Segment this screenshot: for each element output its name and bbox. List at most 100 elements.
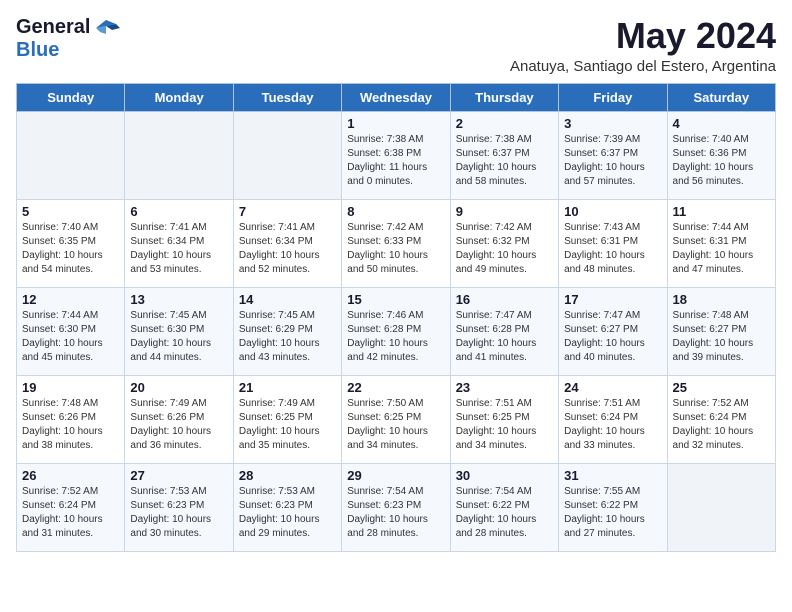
day-header-wednesday: Wednesday — [342, 83, 450, 111]
day-number: 28 — [239, 468, 336, 483]
day-number: 4 — [673, 116, 770, 131]
day-info: Sunrise: 7:42 AM Sunset: 6:32 PM Dayligh… — [456, 221, 553, 277]
calendar-cell: 26 Sunrise: 7:52 AM Sunset: 6:24 PM Dayli… — [17, 463, 125, 551]
day-info: Sunrise: 7:48 AM Sunset: 6:26 PM Dayligh… — [22, 397, 119, 453]
day-info: Sunrise: 7:44 AM Sunset: 6:30 PM Dayligh… — [22, 309, 119, 365]
calendar-header-row: SundayMondayTuesdayWednesdayThursdayFrid… — [17, 83, 776, 111]
calendar-cell: 11 Sunrise: 7:44 AM Sunset: 6:31 PM Dayli… — [667, 199, 775, 287]
calendar-cell — [667, 463, 775, 551]
day-info: Sunrise: 7:44 AM Sunset: 6:31 PM Dayligh… — [673, 221, 770, 277]
location-subtitle: Anatuya, Santiago del Estero, Argentina — [510, 58, 776, 75]
calendar-body: 1Sunrise: 7:38 AM Sunset: 6:38 PM Daylig… — [17, 111, 776, 551]
day-number: 17 — [564, 292, 661, 307]
calendar-cell: 17 Sunrise: 7:47 AM Sunset: 6:27 PM Dayli… — [559, 287, 667, 375]
calendar-week-row: 12 Sunrise: 7:44 AM Sunset: 6:30 PM Dayli… — [17, 287, 776, 375]
day-number: 31 — [564, 468, 661, 483]
calendar-cell: 19 Sunrise: 7:48 AM Sunset: 6:26 PM Dayli… — [17, 375, 125, 463]
logo-general: General — [16, 16, 90, 39]
calendar-cell: 1Sunrise: 7:38 AM Sunset: 6:38 PM Daylig… — [342, 111, 450, 199]
day-info: Sunrise: 7:50 AM Sunset: 6:25 PM Dayligh… — [347, 397, 444, 453]
calendar-cell: 13Sunrise: 7:45 AM Sunset: 6:30 PM Dayli… — [125, 287, 233, 375]
calendar-cell: 15 Sunrise: 7:46 AM Sunset: 6:28 PM Dayli… — [342, 287, 450, 375]
calendar-cell: 31Sunrise: 7:55 AM Sunset: 6:22 PM Dayli… — [559, 463, 667, 551]
calendar-cell — [17, 111, 125, 199]
day-info: Sunrise: 7:39 AM Sunset: 6:37 PM Dayligh… — [564, 133, 661, 189]
day-info: Sunrise: 7:52 AM Sunset: 6:24 PM Dayligh… — [22, 485, 119, 541]
day-number: 20 — [130, 380, 227, 395]
logo-bird-icon — [92, 18, 120, 38]
day-number: 29 — [347, 468, 444, 483]
calendar-cell: 3 Sunrise: 7:39 AM Sunset: 6:37 PM Daylig… — [559, 111, 667, 199]
calendar-cell: 2 Sunrise: 7:38 AM Sunset: 6:37 PM Daylig… — [450, 111, 558, 199]
day-header-sunday: Sunday — [17, 83, 125, 111]
day-info: Sunrise: 7:41 AM Sunset: 6:34 PM Dayligh… — [239, 221, 336, 277]
day-number: 18 — [673, 292, 770, 307]
calendar-cell: 6 Sunrise: 7:41 AM Sunset: 6:34 PM Daylig… — [125, 199, 233, 287]
calendar-week-row: 1Sunrise: 7:38 AM Sunset: 6:38 PM Daylig… — [17, 111, 776, 199]
day-number: 9 — [456, 204, 553, 219]
day-number: 22 — [347, 380, 444, 395]
calendar-cell: 5 Sunrise: 7:40 AM Sunset: 6:35 PM Daylig… — [17, 199, 125, 287]
day-number: 7 — [239, 204, 336, 219]
day-header-thursday: Thursday — [450, 83, 558, 111]
day-header-monday: Monday — [125, 83, 233, 111]
day-number: 11 — [673, 204, 770, 219]
day-number: 10 — [564, 204, 661, 219]
day-info: Sunrise: 7:41 AM Sunset: 6:34 PM Dayligh… — [130, 221, 227, 277]
calendar-cell: 29 Sunrise: 7:54 AM Sunset: 6:23 PM Dayli… — [342, 463, 450, 551]
calendar-week-row: 19 Sunrise: 7:48 AM Sunset: 6:26 PM Dayli… — [17, 375, 776, 463]
day-info: Sunrise: 7:43 AM Sunset: 6:31 PM Dayligh… — [564, 221, 661, 277]
calendar-cell — [233, 111, 341, 199]
calendar-cell: 18 Sunrise: 7:48 AM Sunset: 6:27 PM Dayli… — [667, 287, 775, 375]
calendar-cell: 30 Sunrise: 7:54 AM Sunset: 6:22 PM Dayli… — [450, 463, 558, 551]
day-number: 24 — [564, 380, 661, 395]
day-info: Sunrise: 7:52 AM Sunset: 6:24 PM Dayligh… — [673, 397, 770, 453]
day-number: 6 — [130, 204, 227, 219]
calendar-cell: 27Sunrise: 7:53 AM Sunset: 6:23 PM Dayli… — [125, 463, 233, 551]
calendar-cell: 9 Sunrise: 7:42 AM Sunset: 6:32 PM Daylig… — [450, 199, 558, 287]
day-info: Sunrise: 7:42 AM Sunset: 6:33 PM Dayligh… — [347, 221, 444, 277]
day-info: Sunrise: 7:54 AM Sunset: 6:23 PM Dayligh… — [347, 485, 444, 541]
day-number: 15 — [347, 292, 444, 307]
day-number: 21 — [239, 380, 336, 395]
day-info: Sunrise: 7:45 AM Sunset: 6:29 PM Dayligh… — [239, 309, 336, 365]
calendar-cell: 28Sunrise: 7:53 AM Sunset: 6:23 PM Dayli… — [233, 463, 341, 551]
day-info: Sunrise: 7:48 AM Sunset: 6:27 PM Dayligh… — [673, 309, 770, 365]
calendar-cell: 25Sunrise: 7:52 AM Sunset: 6:24 PM Dayli… — [667, 375, 775, 463]
day-header-friday: Friday — [559, 83, 667, 111]
day-info: Sunrise: 7:38 AM Sunset: 6:37 PM Dayligh… — [456, 133, 553, 189]
calendar-cell: 24 Sunrise: 7:51 AM Sunset: 6:24 PM Dayli… — [559, 375, 667, 463]
calendar-cell — [125, 111, 233, 199]
day-number: 3 — [564, 116, 661, 131]
day-info: Sunrise: 7:47 AM Sunset: 6:27 PM Dayligh… — [564, 309, 661, 365]
calendar-cell: 8 Sunrise: 7:42 AM Sunset: 6:33 PM Daylig… — [342, 199, 450, 287]
month-title: May 2024 — [510, 16, 776, 56]
day-number: 30 — [456, 468, 553, 483]
day-number: 2 — [456, 116, 553, 131]
day-info: Sunrise: 7:51 AM Sunset: 6:24 PM Dayligh… — [564, 397, 661, 453]
day-number: 26 — [22, 468, 119, 483]
calendar-cell: 10 Sunrise: 7:43 AM Sunset: 6:31 PM Dayli… — [559, 199, 667, 287]
day-info: Sunrise: 7:46 AM Sunset: 6:28 PM Dayligh… — [347, 309, 444, 365]
calendar-cell: 16 Sunrise: 7:47 AM Sunset: 6:28 PM Dayli… — [450, 287, 558, 375]
day-number: 16 — [456, 292, 553, 307]
calendar-week-row: 26 Sunrise: 7:52 AM Sunset: 6:24 PM Dayli… — [17, 463, 776, 551]
day-info: Sunrise: 7:47 AM Sunset: 6:28 PM Dayligh… — [456, 309, 553, 365]
day-info: Sunrise: 7:54 AM Sunset: 6:22 PM Dayligh… — [456, 485, 553, 541]
logo: General Blue — [16, 16, 120, 62]
day-header-saturday: Saturday — [667, 83, 775, 111]
day-number: 5 — [22, 204, 119, 219]
day-number: 12 — [22, 292, 119, 307]
title-section: May 2024 Anatuya, Santiago del Estero, A… — [510, 16, 776, 75]
day-info: Sunrise: 7:49 AM Sunset: 6:25 PM Dayligh… — [239, 397, 336, 453]
day-info: Sunrise: 7:38 AM Sunset: 6:38 PM Dayligh… — [347, 133, 444, 189]
day-number: 19 — [22, 380, 119, 395]
day-info: Sunrise: 7:40 AM Sunset: 6:36 PM Dayligh… — [673, 133, 770, 189]
calendar-cell: 22 Sunrise: 7:50 AM Sunset: 6:25 PM Dayli… — [342, 375, 450, 463]
day-info: Sunrise: 7:40 AM Sunset: 6:35 PM Dayligh… — [22, 221, 119, 277]
calendar-cell: 14Sunrise: 7:45 AM Sunset: 6:29 PM Dayli… — [233, 287, 341, 375]
day-info: Sunrise: 7:49 AM Sunset: 6:26 PM Dayligh… — [130, 397, 227, 453]
logo-blue: Blue — [16, 39, 59, 62]
day-number: 8 — [347, 204, 444, 219]
day-number: 27 — [130, 468, 227, 483]
